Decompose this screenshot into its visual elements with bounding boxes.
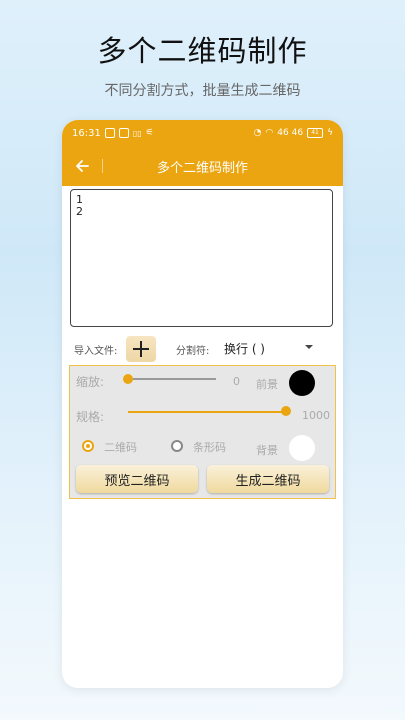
- preview-qrcode-button[interactable]: 预览二维码: [76, 465, 198, 493]
- notification-icon-2: [118, 128, 129, 138]
- size-slider-track[interactable]: [128, 411, 286, 413]
- foreground-label: 前景: [256, 378, 278, 391]
- mobile-signal-icon: 46 46: [277, 128, 304, 138]
- battery-icon: 41: [307, 128, 324, 138]
- plus-icon: [133, 341, 149, 357]
- foreground-color-swatch[interactable]: [289, 370, 315, 396]
- hero-subtitle: 不同分割方式，批量生成二维码: [104, 83, 301, 99]
- separator-select[interactable]: 换行 ( ): [224, 340, 265, 357]
- arrow-left-icon: [76, 160, 89, 172]
- notification-icon: [104, 128, 115, 138]
- phone-screen: 16:31 ▯▯ ⚟ ◔ ◠ 46 46 41 ϟ 多个二维码制作 1 2 导入…: [62, 120, 343, 688]
- zoom-label: 缩放:: [76, 375, 105, 389]
- back-button[interactable]: [62, 146, 102, 186]
- barcode-radio-label: 条形码: [193, 441, 226, 454]
- signal-icon: ◔: [253, 128, 262, 138]
- app-bar-divider: [102, 159, 103, 173]
- status-bar: 16:31 ▯▯ ⚟ ◔ ◠ 46 46 41 ϟ: [62, 120, 343, 146]
- zoom-slider-thumb[interactable]: [123, 374, 133, 384]
- status-time: 16:31: [72, 127, 101, 139]
- size-slider-thumb[interactable]: [281, 406, 291, 416]
- size-value: 1000: [302, 409, 330, 422]
- separator-label: 分割符:: [176, 346, 210, 357]
- background-label: 背景: [256, 444, 278, 457]
- qrcode-radio-label: 二维码: [104, 441, 137, 454]
- generate-qrcode-button[interactable]: 生成二维码: [207, 465, 329, 493]
- app-bar: 多个二维码制作: [62, 146, 343, 186]
- barcode-radio[interactable]: [171, 440, 183, 452]
- wifi-icon: ◠: [265, 128, 274, 138]
- charging-icon: ϟ: [327, 128, 333, 138]
- zoom-value: 0: [233, 375, 240, 388]
- import-row: 导入文件: 分割符: 换行 ( ): [62, 334, 343, 362]
- zoom-slider-track[interactable]: [128, 378, 216, 380]
- chevron-down-icon[interactable]: [305, 345, 313, 349]
- qrcode-radio[interactable]: [82, 440, 94, 452]
- hero-title: 多个二维码制作: [97, 34, 308, 68]
- vibrate-icon: ▯▯: [132, 128, 142, 138]
- app-bar-title: 多个二维码制作: [156, 160, 248, 176]
- settings-panel: 缩放: 0 前景 规格: 1000 二维码 条形码 背景 预览二维码 生成二维码: [69, 365, 336, 499]
- size-label: 规格:: [76, 410, 105, 424]
- usb-icon: ⚟: [145, 128, 154, 138]
- import-file-label: 导入文件:: [74, 346, 118, 357]
- background-color-swatch[interactable]: [289, 435, 315, 461]
- import-file-button[interactable]: [126, 336, 156, 362]
- content-textarea[interactable]: 1 2: [70, 189, 333, 327]
- decorative-glare: [263, 628, 343, 688]
